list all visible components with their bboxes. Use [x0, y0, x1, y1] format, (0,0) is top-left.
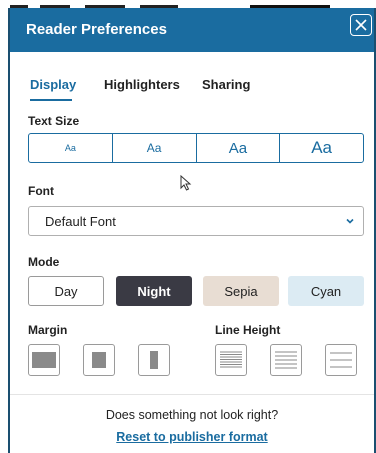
line-height-loose-icon [330, 352, 352, 368]
preferences-tabs: Display Highlighters Sharing [28, 73, 358, 103]
dialog-title: Reader Preferences [26, 21, 167, 38]
tab-sharing[interactable]: Sharing [202, 77, 250, 92]
chevron-down-icon [346, 218, 354, 224]
text-size-label: Text Size [28, 114, 80, 128]
margin-label: Margin [28, 323, 68, 337]
mouse-pointer-icon [180, 174, 192, 196]
font-select-value: Default Font [45, 214, 116, 229]
margin-small-icon [32, 352, 56, 368]
partially-visible-background-text [0, 0, 376, 8]
active-tab-indicator [30, 99, 72, 101]
text-size-selector: Aa Aa Aa Aa [28, 133, 364, 163]
line-height-compact-icon [220, 351, 242, 368]
line-height-compact-button[interactable] [215, 344, 247, 376]
close-button[interactable] [350, 14, 372, 36]
mode-day-button[interactable]: Day [28, 276, 104, 306]
text-size-small-button[interactable]: Aa [113, 134, 197, 162]
margin-large-button[interactable] [138, 344, 170, 376]
mode-sepia-button[interactable]: Sepia [203, 276, 279, 306]
text-size-smallest-button[interactable]: Aa [29, 134, 113, 162]
reset-to-publisher-link[interactable]: Reset to publisher format [10, 430, 374, 444]
line-height-normal-icon [275, 351, 297, 369]
text-size-large-button[interactable]: Aa [280, 134, 363, 162]
footer-divider [10, 394, 374, 395]
margin-options [28, 344, 188, 378]
mode-label: Mode [28, 255, 60, 269]
dialog-header: Reader Preferences [10, 8, 374, 52]
line-height-label: Line Height [215, 323, 281, 337]
mode-cyan-button[interactable]: Cyan [288, 276, 364, 306]
reader-preferences-dialog: Reader Preferences Display Highlighters … [8, 8, 376, 453]
tab-highlighters[interactable]: Highlighters [104, 77, 180, 92]
line-height-options [215, 344, 365, 378]
tab-display[interactable]: Display [30, 77, 76, 92]
margin-small-button[interactable] [28, 344, 60, 376]
font-select[interactable]: Default Font [28, 206, 364, 236]
line-height-loose-button[interactable] [325, 344, 357, 376]
line-height-normal-button[interactable] [270, 344, 302, 376]
font-label: Font [28, 184, 54, 198]
footer-question: Does something not look right? [105, 408, 279, 422]
margin-medium-button[interactable] [83, 344, 115, 376]
close-icon [355, 19, 367, 31]
margin-medium-icon [92, 352, 106, 368]
margin-large-icon [150, 351, 158, 369]
mode-night-button[interactable]: Night [116, 276, 192, 306]
mode-selector: Day Night Sepia Cyan [28, 276, 364, 306]
text-size-medium-button[interactable]: Aa [197, 134, 281, 162]
